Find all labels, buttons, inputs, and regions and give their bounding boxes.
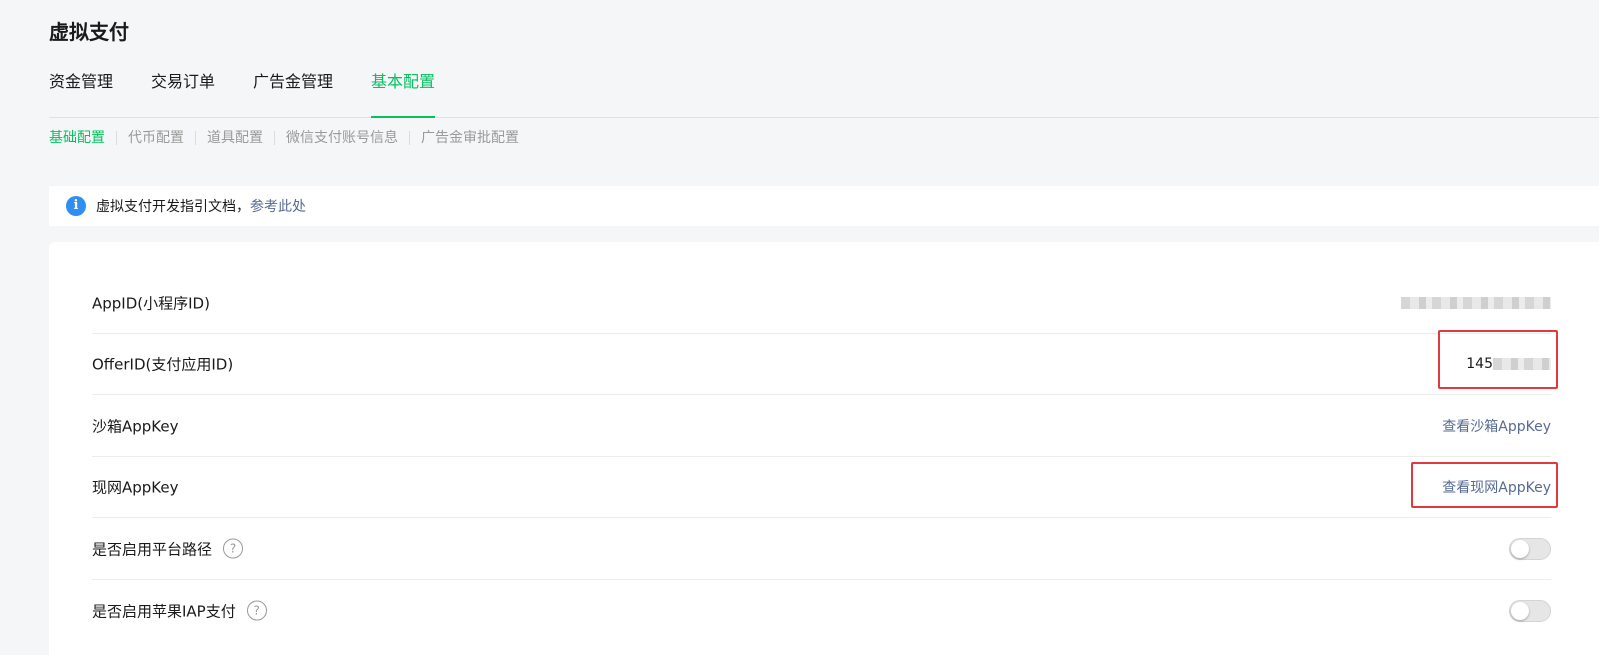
setting-row-apple-iap: 是否启用苹果IAP支付 ?	[92, 580, 1551, 641]
tab-ad-fund-management[interactable]: 广告金管理	[253, 70, 333, 94]
view-sandbox-appkey-link[interactable]: 查看沙箱AppKey	[1442, 416, 1551, 436]
subtab-divider	[116, 131, 117, 145]
view-live-appkey-link[interactable]: 查看现网AppKey	[1442, 477, 1551, 497]
notice-bar: i 虚拟支付开发指引文档， 参考此处	[49, 186, 1599, 226]
offerid-text: 145	[1466, 355, 1493, 372]
live-appkey-label: 现网AppKey	[92, 478, 179, 496]
help-icon[interactable]: ?	[246, 600, 267, 621]
subtab-divider	[409, 131, 410, 145]
help-icon[interactable]: ?	[223, 538, 244, 559]
platform-path-toggle[interactable]	[1509, 537, 1551, 560]
redacted-value	[1401, 296, 1551, 309]
platform-path-label: 是否启用平台路径 ?	[92, 538, 244, 559]
tab-trade-orders[interactable]: 交易订单	[151, 70, 215, 94]
live-appkey-value: 查看现网AppKey	[1442, 477, 1551, 497]
apple-iap-value	[1509, 599, 1551, 622]
appid-label: AppID(小程序ID)	[92, 294, 210, 312]
tab-basic-config[interactable]: 基本配置	[371, 70, 436, 118]
platform-path-label-text: 是否启用平台路径	[92, 540, 213, 558]
offerid-value: 145	[1466, 356, 1551, 372]
page: 虚拟支付 资金管理 交易订单 广告金管理 基本配置 基础配置 代币配置 道具配置…	[0, 0, 1599, 655]
setting-row-platform-path: 是否启用平台路径 ?	[92, 518, 1551, 580]
platform-path-value	[1509, 537, 1551, 560]
setting-row-offerid: OfferID(支付应用ID) 145	[92, 333, 1551, 395]
notice-doc-link[interactable]: 参考此处	[250, 196, 306, 216]
redacted-value	[1493, 357, 1551, 370]
sandbox-appkey-label: 沙箱AppKey	[92, 417, 179, 435]
setting-row-live-appkey: 现网AppKey 查看现网AppKey	[92, 456, 1551, 518]
sandbox-appkey-value: 查看沙箱AppKey	[1442, 416, 1551, 436]
info-icon: i	[66, 196, 86, 216]
page-title: 虚拟支付	[49, 20, 129, 44]
subtab-ad-fund-approval[interactable]: 广告金审批配置	[421, 128, 519, 148]
subtab-wechat-pay-account[interactable]: 微信支付账号信息	[286, 128, 398, 148]
apple-iap-toggle[interactable]	[1509, 599, 1551, 622]
apple-iap-label: 是否启用苹果IAP支付 ?	[92, 600, 267, 621]
notice-text: 虚拟支付开发指引文档，	[96, 199, 250, 215]
tab-fund-management[interactable]: 资金管理	[49, 70, 113, 94]
subtab-item-config[interactable]: 道具配置	[207, 128, 263, 148]
subtab-divider	[274, 131, 275, 145]
appid-value	[1401, 296, 1551, 309]
subtab-token-config[interactable]: 代币配置	[128, 128, 184, 148]
main-tabs: 资金管理 交易订单 广告金管理 基本配置	[49, 60, 1599, 118]
apple-iap-label-text: 是否启用苹果IAP支付	[92, 602, 236, 620]
setting-row-appid: AppID(小程序ID)	[92, 272, 1551, 334]
subtab-divider	[195, 131, 196, 145]
offerid-label: OfferID(支付应用ID)	[92, 355, 234, 373]
sub-tabs: 基础配置 代币配置 道具配置 微信支付账号信息 广告金审批配置	[49, 127, 519, 149]
settings-card: AppID(小程序ID) OfferID(支付应用ID) 145 沙箱AppKe…	[49, 242, 1599, 655]
setting-row-sandbox-appkey: 沙箱AppKey 查看沙箱AppKey	[92, 395, 1551, 457]
subtab-basic-config[interactable]: 基础配置	[49, 128, 105, 148]
